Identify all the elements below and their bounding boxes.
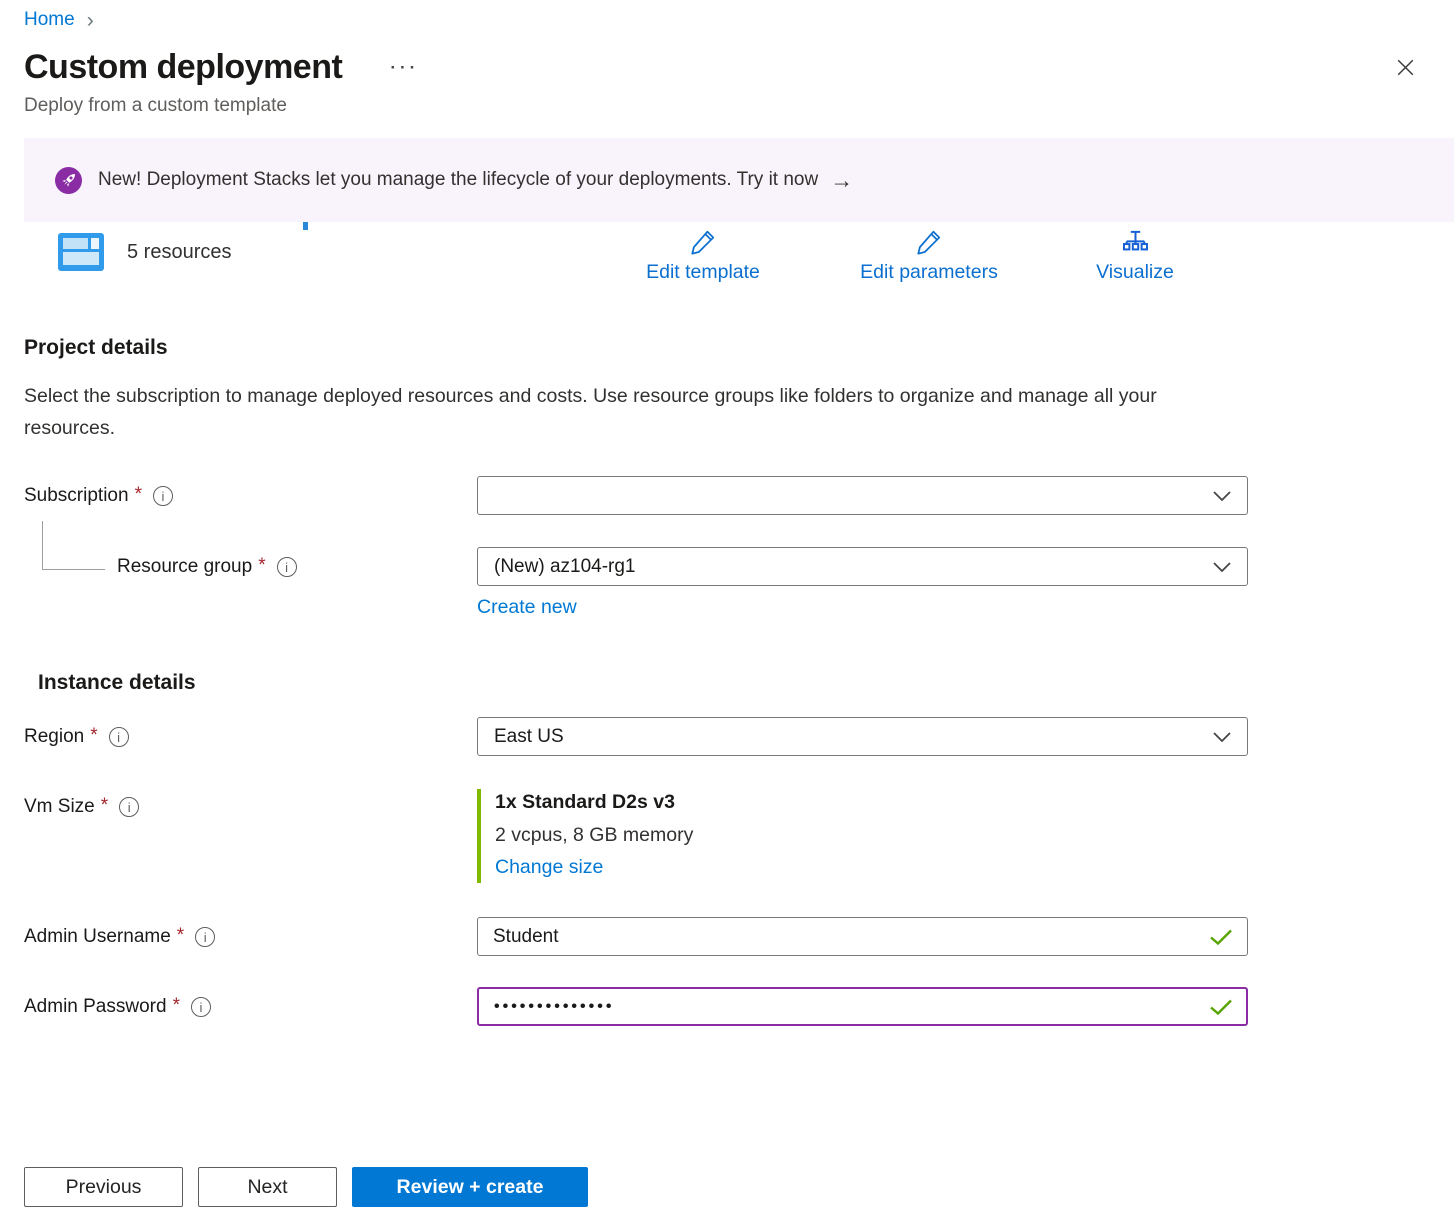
tree-connector-line — [42, 521, 105, 570]
vm-size-label-cell: Vm Size * i — [24, 789, 477, 818]
chevron-right-icon: › — [87, 10, 94, 31]
edit-template-label: Edit template — [646, 261, 760, 284]
admin-username-input[interactable] — [477, 917, 1248, 956]
rocket-icon — [55, 167, 82, 194]
resource-group-value: (New) az104-rg1 — [494, 556, 636, 578]
page-header: Custom deployment ··· — [0, 48, 1456, 87]
admin-username-row: Admin Username * i — [24, 917, 1456, 956]
next-button[interactable]: Next — [198, 1167, 337, 1207]
breadcrumb-home-link[interactable]: Home — [24, 9, 75, 31]
required-asterisk: * — [90, 725, 97, 747]
checkmark-icon — [1209, 998, 1233, 1015]
region-row: Region * i East US — [24, 717, 1456, 756]
vm-size-selection: 1x Standard D2s v3 — [495, 791, 1248, 814]
info-icon[interactable]: i — [191, 997, 211, 1017]
resource-group-row: Resource group * i (New) az104-rg1 Creat… — [24, 547, 1456, 619]
deployment-stacks-banner[interactable]: New! Deployment Stacks let you manage th… — [24, 138, 1454, 222]
edit-template-button[interactable]: Edit template — [628, 228, 778, 284]
resource-group-label: Resource group — [117, 556, 252, 578]
project-details-description: Select the subscription to manage deploy… — [24, 381, 1179, 444]
change-size-link[interactable]: Change size — [495, 856, 603, 879]
resources-count: 5 resources — [127, 241, 232, 264]
info-icon[interactable]: i — [119, 797, 139, 817]
page-title: Custom deployment — [24, 48, 342, 87]
close-icon[interactable] — [1393, 55, 1418, 80]
visualize-button[interactable]: Visualize — [1080, 229, 1190, 284]
template-resource-info: 5 resources — [58, 233, 232, 271]
admin-username-label-cell: Admin Username * i — [24, 917, 477, 948]
region-label: Region — [24, 726, 84, 748]
template-icon — [58, 233, 104, 271]
project-details-heading: Project details — [24, 336, 1432, 360]
pencil-icon — [915, 228, 943, 256]
vm-size-summary: 1x Standard D2s v3 2 vcpus, 8 GB memory … — [477, 789, 1248, 883]
arrow-right-icon: → — [830, 169, 853, 192]
region-label-cell: Region * i — [24, 717, 477, 748]
wizard-footer: Previous Next Review + create — [24, 1167, 588, 1207]
required-asterisk: * — [135, 484, 142, 506]
chevron-down-icon — [1213, 562, 1231, 572]
org-chart-icon — [1121, 229, 1150, 256]
vm-size-label: Vm Size — [24, 796, 95, 818]
review-create-button[interactable]: Review + create — [352, 1167, 588, 1207]
chevron-down-icon — [1213, 732, 1231, 742]
required-asterisk: * — [177, 925, 184, 947]
pencil-icon — [689, 228, 717, 256]
checkmark-icon — [1209, 928, 1233, 945]
create-new-link[interactable]: Create new — [477, 596, 577, 619]
subscription-row: Subscription * i — [24, 476, 1456, 515]
subscription-label-cell: Subscription * i — [24, 476, 477, 507]
chevron-down-icon — [1213, 491, 1231, 501]
info-icon[interactable]: i — [195, 927, 215, 947]
admin-password-label-cell: Admin Password * i — [24, 987, 477, 1018]
required-asterisk: * — [258, 555, 265, 577]
required-asterisk: * — [101, 795, 108, 817]
admin-username-label: Admin Username — [24, 926, 171, 948]
banner-message[interactable]: New! Deployment Stacks let you manage th… — [98, 169, 818, 191]
admin-password-label: Admin Password — [24, 996, 167, 1018]
deployment-form: Subscription * i Resource group * i (New… — [0, 476, 1456, 1026]
region-dropdown[interactable]: East US — [477, 717, 1248, 756]
subscription-dropdown[interactable] — [477, 476, 1248, 515]
info-icon[interactable]: i — [109, 727, 129, 747]
admin-password-row: Admin Password * i — [24, 987, 1456, 1026]
edit-parameters-button[interactable]: Edit parameters — [844, 228, 1014, 284]
visualize-label: Visualize — [1096, 261, 1174, 284]
region-value: East US — [494, 726, 564, 748]
required-asterisk: * — [173, 995, 180, 1017]
vm-size-specs: 2 vcpus, 8 GB memory — [495, 824, 1248, 847]
template-actions: Edit template Edit parameters — [628, 220, 1190, 284]
subscription-label: Subscription — [24, 485, 129, 507]
instance-details-heading: Instance details — [38, 671, 1432, 695]
admin-password-input[interactable] — [477, 987, 1248, 1026]
vm-size-row: Vm Size * i 1x Standard D2s v3 2 vcpus, … — [24, 789, 1456, 883]
info-icon[interactable]: i — [153, 486, 173, 506]
resource-group-dropdown[interactable]: (New) az104-rg1 — [477, 547, 1248, 586]
template-summary-bar: 5 resources Edit template Edit parameter… — [0, 220, 1456, 284]
info-icon[interactable]: i — [277, 557, 297, 577]
more-options-button[interactable]: ··· — [390, 58, 419, 78]
previous-button[interactable]: Previous — [24, 1167, 183, 1207]
edit-parameters-label: Edit parameters — [860, 261, 998, 284]
breadcrumb: Home › — [0, 0, 1456, 31]
page-subtitle: Deploy from a custom template — [0, 95, 1456, 117]
